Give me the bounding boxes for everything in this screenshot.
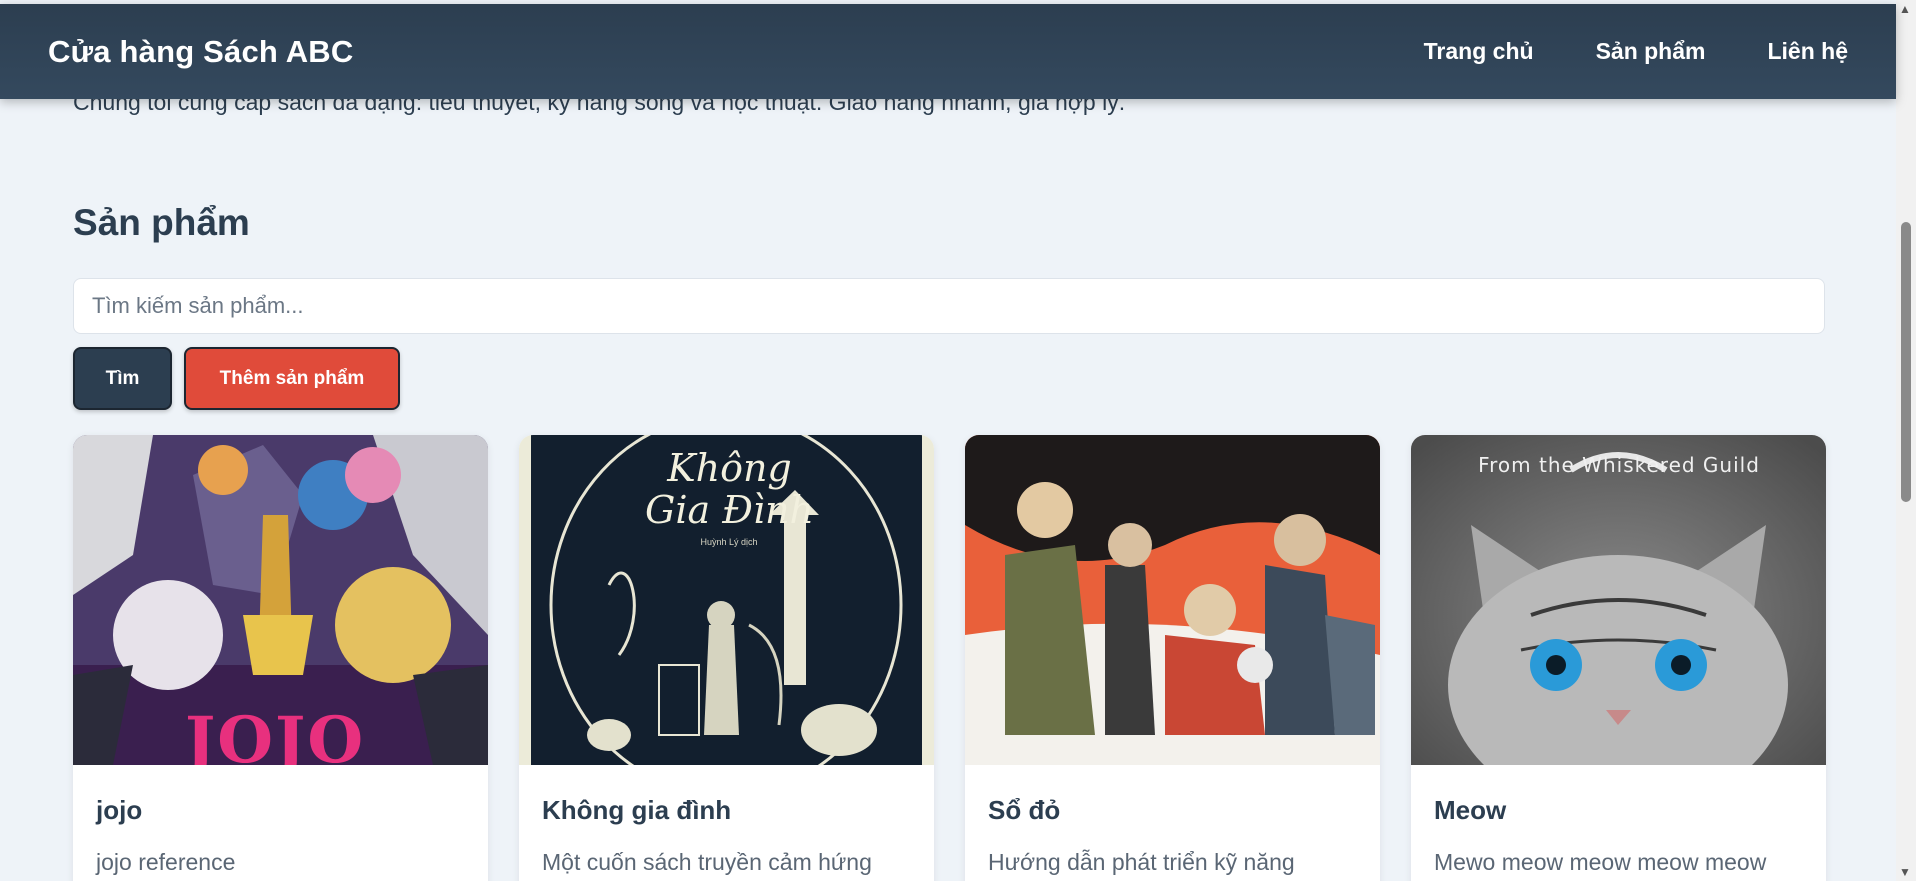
vertical-scrollbar[interactable]: ▲ ▼ bbox=[1896, 0, 1916, 881]
product-cover-image[interactable] bbox=[965, 435, 1380, 765]
cover-subtitle: From the Whiskered Guild bbox=[1478, 453, 1760, 477]
product-title: Meow bbox=[1434, 795, 1507, 825]
product-title: Không gia đình bbox=[542, 795, 732, 825]
scrollbar-thumb[interactable] bbox=[1901, 222, 1911, 502]
product-card[interactable]: From the Whiskered Guild Meow Mewo meow … bbox=[1411, 435, 1826, 881]
scroll-up-arrow-icon[interactable]: ▲ bbox=[1899, 3, 1911, 15]
brand-title[interactable]: Cửa hàng Sách ABC bbox=[48, 34, 353, 70]
cover-subtitle: Huỳnh Lý dịch bbox=[700, 537, 758, 547]
navbar: Cửa hàng Sách ABC Trang chủ Sản phẩm Liê… bbox=[0, 4, 1896, 99]
cover-title: JOJO bbox=[185, 703, 366, 765]
product-description: Hướng dẫn phát triển kỹ năng bbox=[988, 849, 1295, 875]
product-card[interactable]: JOJO jojo jojo reference bbox=[73, 435, 488, 881]
products-heading: Sản phẩm bbox=[73, 202, 250, 243]
product-description: jojo reference bbox=[96, 849, 236, 875]
nav-link-contact[interactable]: Liên hệ bbox=[1767, 38, 1848, 65]
product-card[interactable]: Không Gia Đình Huỳnh Lý dịch Không gia đ… bbox=[519, 435, 934, 881]
nav-links: Trang chủ Sản phẩm Liên hệ bbox=[1424, 38, 1848, 65]
product-card[interactable]: Sổ đỏ Hướng dẫn phát triển kỹ năng bbox=[965, 435, 1380, 881]
product-description: Mewo meow meow meow meow bbox=[1434, 849, 1767, 875]
scroll-down-arrow-icon[interactable]: ▼ bbox=[1899, 866, 1911, 878]
product-cover-image[interactable]: Không Gia Đình Huỳnh Lý dịch bbox=[519, 435, 934, 765]
product-cover-image[interactable]: JOJO bbox=[73, 435, 488, 765]
product-description: Một cuốn sách truyền cảm hứng bbox=[542, 849, 872, 875]
product-title: jojo bbox=[96, 795, 143, 825]
cover-title: Không Gia Đình bbox=[644, 446, 814, 532]
product-grid: JOJO jojo jojo reference Không Gia Đình … bbox=[73, 435, 1826, 881]
nav-link-products[interactable]: Sản phẩm bbox=[1596, 38, 1706, 65]
search-button[interactable]: Tìm bbox=[73, 347, 172, 410]
product-title: Sổ đỏ bbox=[988, 795, 1061, 825]
nav-link-home[interactable]: Trang chủ bbox=[1424, 38, 1534, 65]
search-input[interactable] bbox=[73, 278, 1825, 334]
product-cover-image[interactable]: From the Whiskered Guild bbox=[1411, 435, 1826, 765]
add-product-button[interactable]: Thêm sản phẩm bbox=[184, 347, 400, 410]
